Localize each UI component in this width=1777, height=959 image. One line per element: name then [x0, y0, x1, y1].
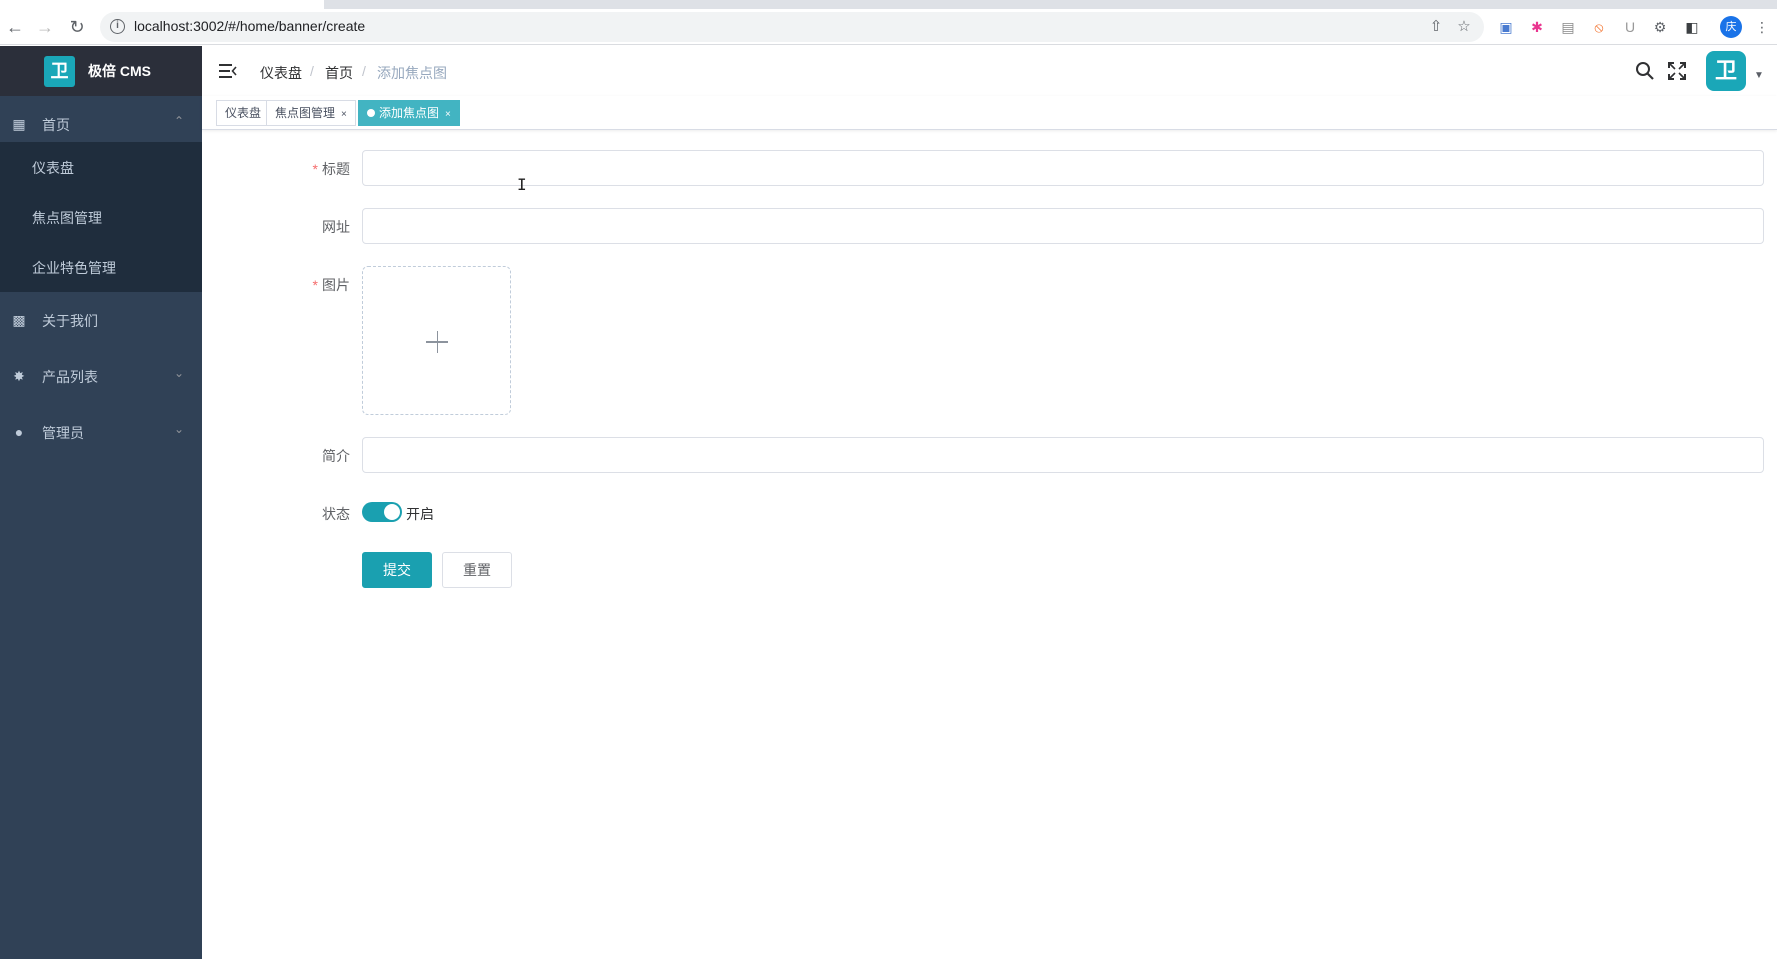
- fullscreen-icon[interactable]: [1666, 60, 1688, 82]
- browser-tab[interactable]: [84, 0, 324, 9]
- app-root: ← → ↻ i localhost:3002/#/home/banner/cre…: [0, 0, 1777, 959]
- sidebar-item-products[interactable]: ✸ 产品列表 ⌄: [0, 348, 202, 404]
- logo-icon: 卫: [44, 56, 75, 87]
- text-cursor-icon: I: [517, 175, 527, 194]
- sidebar-submenu-home: 仪表盘 焦点图管理 企业特色管理: [0, 142, 202, 292]
- reset-button[interactable]: 重置: [442, 552, 512, 588]
- address-url[interactable]: localhost:3002/#/home/banner/create: [134, 18, 365, 34]
- sidebar-item-label: 焦点图管理: [32, 210, 102, 226]
- profile-avatar[interactable]: 庆: [1720, 16, 1742, 38]
- user-avatar[interactable]: 卫: [1706, 51, 1746, 91]
- tag-label: 焦点图管理: [275, 106, 336, 120]
- sidebar-item-label: 产品列表: [42, 369, 98, 385]
- intro-input[interactable]: [362, 437, 1764, 473]
- sidebar-item-banner-management[interactable]: 焦点图管理: [0, 192, 202, 242]
- back-icon[interactable]: ←: [2, 14, 28, 40]
- user-icon: ●: [14, 424, 24, 440]
- address-bar[interactable]: i localhost:3002/#/home/banner/create ⇧ …: [100, 12, 1484, 42]
- submit-button[interactable]: 提交: [362, 552, 432, 588]
- plus-icon-vertical: [436, 331, 438, 353]
- tag-label: 仪表盘: [225, 106, 262, 120]
- switch-knob: [384, 504, 400, 520]
- image-label: * 图片: [230, 275, 350, 295]
- navbar: 仪表盘 / 首页 / 添加焦点图 卫 ▼: [202, 46, 1777, 96]
- chevron-down-icon: ⌄: [173, 422, 184, 436]
- sidebar-item-label: 首页: [42, 117, 70, 133]
- hamburger-icon[interactable]: [218, 61, 238, 81]
- status-switch-text: 开启: [406, 506, 434, 522]
- status-label: 状态: [230, 504, 350, 524]
- image-label-text: 图片: [322, 277, 350, 293]
- extensions-puzzle-icon[interactable]: ⚙: [1650, 17, 1670, 37]
- sidebar: 卫 极倍 CMS ▦ 首页 ⌃ 仪表盘 焦点图管理 企业特色管理 ▩ 关于我们 …: [0, 46, 202, 959]
- browser-toolbar: ← → ↻ i localhost:3002/#/home/banner/cre…: [0, 9, 1777, 45]
- title-label-text: 标题: [322, 161, 350, 177]
- breadcrumb-separator: /: [362, 63, 366, 79]
- required-mark: *: [312, 161, 318, 177]
- intro-label: 简介: [230, 446, 350, 466]
- reload-icon[interactable]: ↻: [64, 14, 90, 40]
- title-label: * 标题: [230, 159, 350, 179]
- tag-dashboard[interactable]: 仪表盘: [216, 100, 271, 126]
- site-info-icon[interactable]: i: [110, 19, 125, 34]
- url-label-text: 网址: [322, 219, 350, 235]
- orange-extension-icon[interactable]: ⦸: [1589, 17, 1609, 37]
- bookmark-star-icon[interactable]: ☆: [1454, 17, 1474, 37]
- breadcrumb-item[interactable]: 仪表盘: [260, 63, 302, 83]
- sidebar-item-about[interactable]: ▩ 关于我们: [0, 292, 202, 348]
- sidebar-item-label: 关于我们: [42, 313, 98, 329]
- intro-label-text: 简介: [322, 448, 350, 464]
- search-icon[interactable]: [1634, 60, 1656, 82]
- breadcrumb-item[interactable]: 首页: [325, 63, 353, 83]
- required-mark: *: [312, 277, 318, 293]
- status-switch[interactable]: [362, 502, 402, 522]
- sidebar-item-label: 管理员: [42, 425, 84, 441]
- breadcrumb-separator: /: [310, 63, 314, 79]
- close-icon[interactable]: ×: [445, 109, 451, 120]
- chart-circle-icon: ✸: [13, 368, 25, 384]
- sidebar-logo-row[interactable]: 卫 极倍 CMS: [0, 46, 202, 96]
- chevron-up-icon: ⌃: [173, 114, 184, 128]
- browser-menu-icon[interactable]: ⋮: [1752, 17, 1772, 37]
- side-panel-icon[interactable]: ◧: [1682, 17, 1702, 37]
- title-input[interactable]: [362, 150, 1764, 186]
- forward-icon[interactable]: →: [32, 14, 58, 40]
- url-input[interactable]: [362, 208, 1764, 244]
- share-icon[interactable]: ⇧: [1426, 17, 1446, 37]
- browser-tab-active[interactable]: [0, 0, 84, 9]
- sidebar-item-label: 企业特色管理: [32, 260, 116, 276]
- reader-extension-icon[interactable]: ▤: [1558, 17, 1578, 37]
- close-icon[interactable]: ×: [341, 109, 347, 120]
- tags-view: 仪表盘 焦点图管理 × 添加焦点图 ×: [202, 96, 1777, 130]
- url-label: 网址: [230, 217, 350, 237]
- tag-label: 添加焦点图: [379, 106, 440, 120]
- sidebar-item-admins[interactable]: ● 管理员 ⌄: [0, 404, 202, 460]
- breadcrumb-current: 添加焦点图: [377, 65, 447, 81]
- sidebar-item-dashboard[interactable]: 仪表盘: [0, 142, 202, 192]
- sidebar-item-features-management[interactable]: 企业特色管理: [0, 242, 202, 292]
- document-icon: ▩: [12, 312, 26, 328]
- chevron-down-icon: ⌄: [173, 366, 184, 380]
- app-title: 极倍 CMS: [88, 63, 151, 79]
- colorful-extension-icon[interactable]: ✱: [1527, 17, 1547, 37]
- shield-extension-icon[interactable]: U: [1620, 17, 1640, 37]
- translate-extension-icon[interactable]: ▣: [1496, 17, 1516, 37]
- active-dot-icon: [367, 109, 375, 117]
- status-label-text: 状态: [322, 506, 350, 522]
- caret-down-icon[interactable]: ▼: [1754, 70, 1764, 81]
- dashboard-grid-icon: ▦: [12, 116, 26, 132]
- browser-tabstrip: [0, 0, 1777, 9]
- tag-banner-management[interactable]: 焦点图管理 ×: [266, 100, 356, 126]
- sidebar-item-label: 仪表盘: [32, 160, 74, 176]
- tag-add-banner[interactable]: 添加焦点图 ×: [358, 100, 460, 126]
- image-uploader[interactable]: [362, 266, 511, 415]
